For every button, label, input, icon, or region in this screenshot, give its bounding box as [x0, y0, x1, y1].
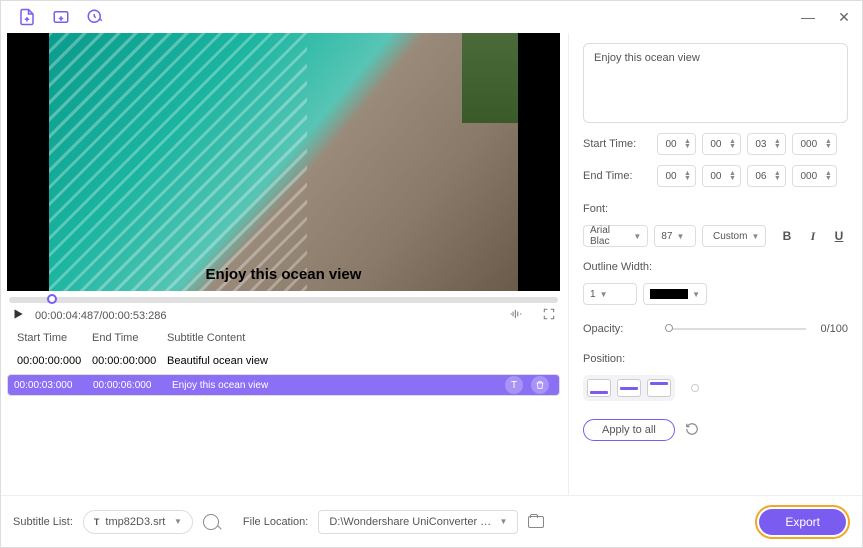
position-label: Position:: [583, 353, 848, 365]
subtitle-overlay: Enjoy this ocean view: [7, 266, 560, 283]
add-folder-icon[interactable]: [51, 7, 71, 27]
close-button[interactable]: ✕: [834, 7, 854, 27]
timeline[interactable]: [9, 297, 558, 303]
font-label: Font:: [583, 203, 848, 215]
table-row[interactable]: 00:00:03:000 00:00:06:000 Enjoy this oce…: [7, 374, 560, 396]
font-select[interactable]: Arial Blac▼: [583, 225, 648, 247]
waveform-icon[interactable]: [508, 307, 524, 324]
table-header: Start Time End Time Subtitle Content: [7, 324, 560, 348]
main-area: Enjoy this ocean view 00:00:04:487/00:00…: [1, 33, 862, 495]
beach-scene: [49, 33, 518, 291]
opacity-row: Opacity: 0/100: [583, 323, 848, 335]
underline-button[interactable]: U: [830, 227, 848, 245]
subtitle-textarea[interactable]: [583, 43, 848, 123]
reset-icon[interactable]: [685, 422, 701, 438]
apply-all-button[interactable]: Apply to all: [583, 419, 675, 441]
end-m[interactable]: 00▲▼: [702, 165, 741, 187]
playback-time: 00:00:04:487/00:00:53:286: [35, 310, 167, 322]
position-top[interactable]: [647, 379, 671, 397]
outline-row: 1▼ ▼: [583, 283, 848, 305]
left-panel: Enjoy this ocean view 00:00:04:487/00:00…: [1, 33, 568, 495]
playback-controls: 00:00:04:487/00:00:53:286: [7, 307, 560, 324]
cell-start: 00:00:03:000: [14, 380, 89, 391]
folder-icon[interactable]: [528, 516, 544, 528]
end-s[interactable]: 06▲▼: [747, 165, 786, 187]
cell-start: 00:00:00:000: [17, 355, 92, 367]
outline-color-select[interactable]: ▼: [643, 283, 707, 305]
search-icon[interactable]: [203, 514, 219, 530]
letterbox-left: [7, 33, 49, 291]
window-controls: — ✕: [798, 7, 854, 27]
apply-row: Apply to all: [583, 419, 848, 441]
outline-label: Outline Width:: [583, 261, 848, 273]
bold-button[interactable]: B: [778, 227, 796, 245]
titlebar: — ✕: [1, 1, 862, 33]
cell-end: 00:00:06:000: [93, 380, 168, 391]
font-color-select[interactable]: Custom▼: [702, 225, 766, 247]
start-s[interactable]: 03▲▼: [747, 133, 786, 155]
font-row: Arial Blac▼ 87▼ Custom▼ B I U: [583, 225, 848, 247]
end-time-row: End Time: 00▲▼ 00▲▼ 06▲▼ 000▲▼: [583, 165, 848, 187]
play-button[interactable]: [11, 307, 25, 324]
table-row[interactable]: 00:00:00:000 00:00:00:000 Beautiful ocea…: [7, 348, 560, 374]
italic-button[interactable]: I: [804, 227, 822, 245]
timeline-thumb[interactable]: [47, 294, 57, 304]
end-time-label: End Time:: [583, 170, 651, 182]
footer: Subtitle List: Ttmp82D3.srt▼ File Locati…: [1, 495, 862, 547]
letterbox-right: [518, 33, 560, 291]
opacity-slider[interactable]: [665, 328, 806, 330]
font-size-select[interactable]: 87▼: [654, 225, 696, 247]
header-end: End Time: [92, 332, 167, 344]
record-icon[interactable]: [85, 7, 105, 27]
export-button[interactable]: Export: [759, 509, 846, 535]
add-file-icon[interactable]: [17, 7, 37, 27]
cell-content: Enjoy this ocean view: [172, 380, 501, 391]
end-h[interactable]: 00▲▼: [657, 165, 696, 187]
right-panel: Start Time: 00▲▼ 00▲▼ 03▲▼ 000▲▼ End Tim…: [568, 33, 862, 495]
fullscreen-icon[interactable]: [542, 307, 556, 324]
start-m[interactable]: 00▲▼: [702, 133, 741, 155]
cell-content: Beautiful ocean view: [167, 355, 550, 367]
start-ms[interactable]: 000▲▼: [792, 133, 837, 155]
start-h[interactable]: 00▲▼: [657, 133, 696, 155]
video-preview: Enjoy this ocean view: [7, 33, 560, 291]
export-highlight: Export: [755, 505, 850, 539]
position-middle[interactable]: [617, 379, 641, 397]
position-bottom[interactable]: [587, 379, 611, 397]
cell-end: 00:00:00:000: [92, 355, 167, 367]
header-start: Start Time: [17, 332, 92, 344]
toolbar-left: [9, 7, 105, 27]
opacity-label: Opacity:: [583, 323, 651, 335]
position-radio[interactable]: [691, 384, 699, 392]
subtitle-file-select[interactable]: Ttmp82D3.srt▼: [83, 510, 193, 534]
file-location-select[interactable]: D:\Wondershare UniConverter 13\SubEd▼: [318, 510, 518, 534]
subtitle-list-label: Subtitle List:: [13, 516, 73, 528]
start-time-label: Start Time:: [583, 138, 651, 150]
preview-image: [7, 33, 560, 291]
minimize-button[interactable]: —: [798, 7, 818, 27]
end-ms[interactable]: 000▲▼: [792, 165, 837, 187]
opacity-value: 0/100: [820, 323, 848, 335]
delete-icon[interactable]: [531, 376, 549, 394]
translate-icon[interactable]: T: [505, 376, 523, 394]
start-time-row: Start Time: 00▲▼ 00▲▼ 03▲▼ 000▲▼: [583, 133, 848, 155]
outline-width-select[interactable]: 1▼: [583, 283, 637, 305]
header-content: Subtitle Content: [167, 332, 550, 344]
file-location-label: File Location:: [243, 516, 308, 528]
position-row: [583, 375, 848, 401]
